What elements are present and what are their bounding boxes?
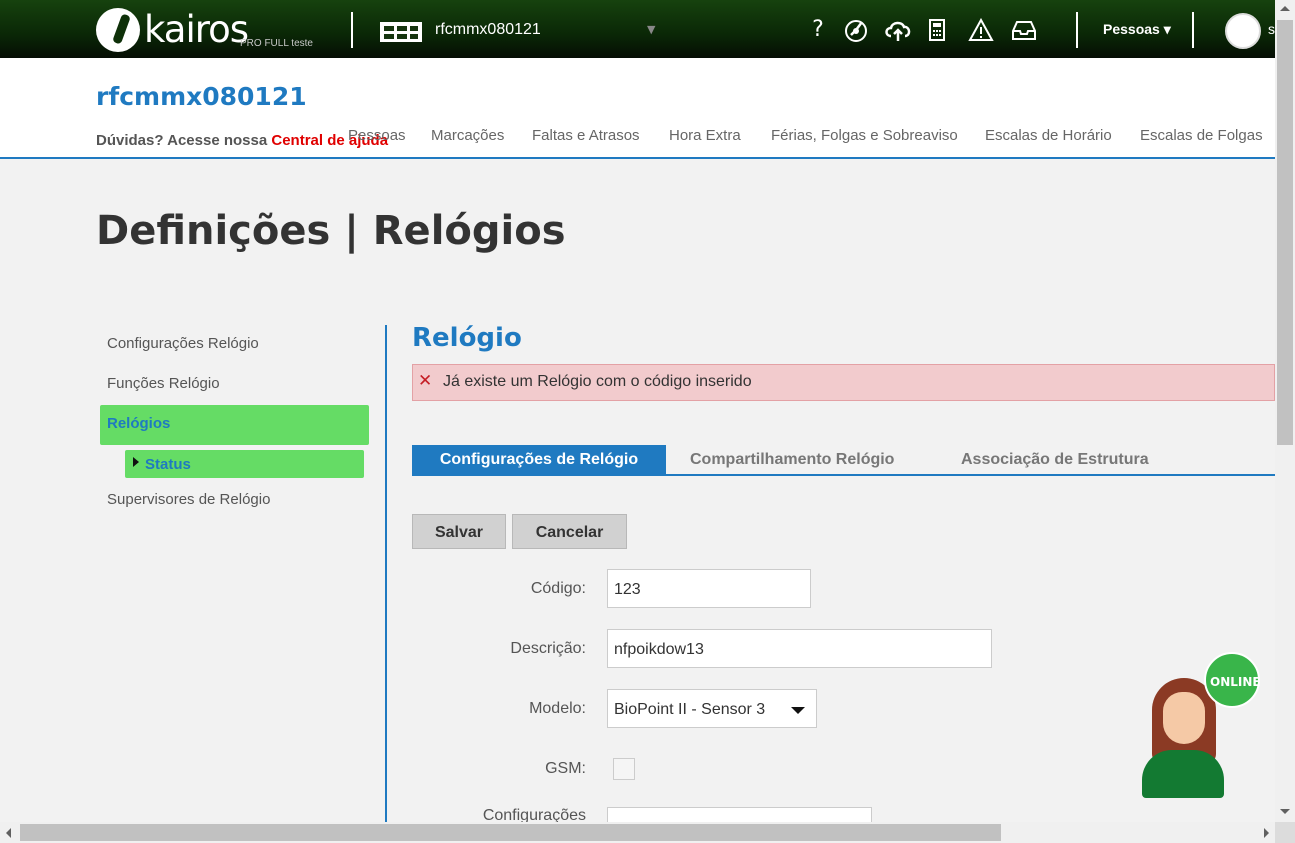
kairos-logo-icon (96, 8, 140, 52)
nav-hora-extra[interactable]: Hora Extra (669, 127, 741, 144)
error-message: Já existe um Relógio com o código inseri… (443, 373, 752, 390)
side-subitem-status-label: Status (145, 456, 191, 473)
modelo-select[interactable]: BioPoint II - Sensor 3 (607, 689, 817, 728)
attendant-body (1142, 750, 1224, 798)
top-bar: kairos PRO FULL teste rfcmmx080121 ▼ ? P… (0, 0, 1275, 58)
calculator-icon[interactable] (921, 14, 953, 46)
section-title: Relógio (412, 323, 522, 353)
nav-marcacoes[interactable]: Marcações (431, 127, 504, 144)
descricao-label: Descrição: (510, 640, 586, 657)
tab-compartilhamento[interactable]: Compartilhamento Relógio (690, 445, 894, 474)
error-alert: ✕ Já existe um Relógio com o código inse… (412, 364, 1275, 401)
chevron-down-icon[interactable]: ▼ (647, 23, 655, 36)
kairos-logo[interactable]: kairos PRO FULL teste (96, 6, 336, 52)
chat-widget[interactable]: ONLINE (1140, 652, 1262, 798)
modelo-selected-value: BioPoint II - Sensor 3 (614, 701, 766, 718)
divider (385, 325, 387, 823)
user-name[interactable]: s (1268, 21, 1275, 37)
scrollbar-thumb[interactable] (20, 824, 1001, 841)
divider (1192, 12, 1194, 48)
dashboard-icon[interactable] (840, 14, 872, 46)
tab-configuracoes-relogio[interactable]: Configurações de Relógio (412, 445, 666, 474)
caret-down-icon (791, 707, 805, 714)
brand-subtitle: PRO FULL teste (240, 38, 313, 49)
side-item-configuracoes-relogio[interactable]: Configurações Relógio (107, 335, 259, 352)
pessoas-menu-label: Pessoas (1103, 21, 1160, 37)
scroll-left-icon[interactable] (6, 828, 11, 838)
nav-ferias-folgas[interactable]: Férias, Folgas e Sobreaviso (771, 127, 958, 144)
company-title[interactable]: rfcmmx080121 (96, 82, 307, 111)
horizontal-scrollbar[interactable] (0, 822, 1275, 843)
nav-pessoas[interactable]: Pessoas (348, 127, 406, 144)
caret-right-icon (133, 457, 139, 467)
help-icon[interactable]: ? (802, 14, 834, 46)
scroll-right-icon[interactable] (1264, 828, 1269, 838)
warning-icon[interactable] (965, 14, 997, 46)
scrollbar-thumb[interactable] (1277, 20, 1293, 445)
nav-escalas-horario[interactable]: Escalas de Horário (985, 127, 1112, 144)
scroll-down-icon[interactable] (1280, 809, 1290, 814)
nav-escalas-folgas[interactable]: Escalas de Folgas (1140, 127, 1263, 144)
nav-faltas-atrasos[interactable]: Faltas e Atrasos (532, 127, 640, 144)
side-subitem-status[interactable]: Status (125, 450, 364, 478)
error-icon: ✕ (418, 371, 433, 391)
gsm-checkbox[interactable] (613, 758, 635, 780)
scroll-up-icon[interactable] (1280, 6, 1290, 11)
page-title: Definições | Relógios (96, 208, 566, 254)
cancel-button[interactable]: Cancelar (512, 514, 627, 549)
divider (1076, 12, 1078, 48)
online-badge: ONLINE (1204, 652, 1261, 708)
save-button[interactable]: Salvar (412, 514, 506, 549)
modelo-label: Modelo: (529, 700, 586, 717)
help-prefix: Dúvidas? Acesse nossa (96, 132, 272, 149)
caret-down-icon: ▾ (1163, 21, 1171, 37)
side-item-funcoes-relogio[interactable]: Funções Relógio (107, 375, 220, 392)
codigo-input[interactable]: 123 (607, 569, 811, 608)
header: rfcmmx080121 Dúvidas? Acesse nossa Centr… (0, 58, 1275, 159)
brand-name: kairos (144, 8, 249, 51)
avatar[interactable] (1225, 13, 1261, 49)
company-icon (380, 22, 422, 42)
cloud-upload-icon[interactable] (882, 14, 914, 46)
inbox-icon[interactable] (1008, 14, 1040, 46)
codigo-label: Código: (530, 580, 586, 597)
gsm-label: GSM: (545, 760, 586, 777)
tabs-underline (412, 474, 1275, 476)
online-status: ONLINE (1210, 675, 1261, 689)
descricao-input[interactable]: nfpoikdow13 (607, 629, 992, 668)
company-selector[interactable]: rfcmmx080121 (435, 21, 541, 39)
tab-associacao-estrutura[interactable]: Associação de Estrutura (961, 445, 1149, 474)
divider (351, 12, 353, 48)
help-text: Dúvidas? Acesse nossa Central de ajuda (96, 132, 388, 149)
pessoas-menu[interactable]: Pessoas ▾ (1103, 21, 1171, 38)
vertical-scrollbar[interactable] (1275, 0, 1295, 822)
attendant-face (1163, 692, 1205, 744)
side-item-supervisores[interactable]: Supervisores de Relógio (107, 491, 270, 508)
scrollbar-corner (1275, 822, 1295, 843)
side-item-relogios[interactable]: Relógios (100, 405, 369, 445)
side-item-relogios-label: Relógios (107, 415, 171, 432)
configuracoes-select[interactable] (607, 807, 872, 822)
